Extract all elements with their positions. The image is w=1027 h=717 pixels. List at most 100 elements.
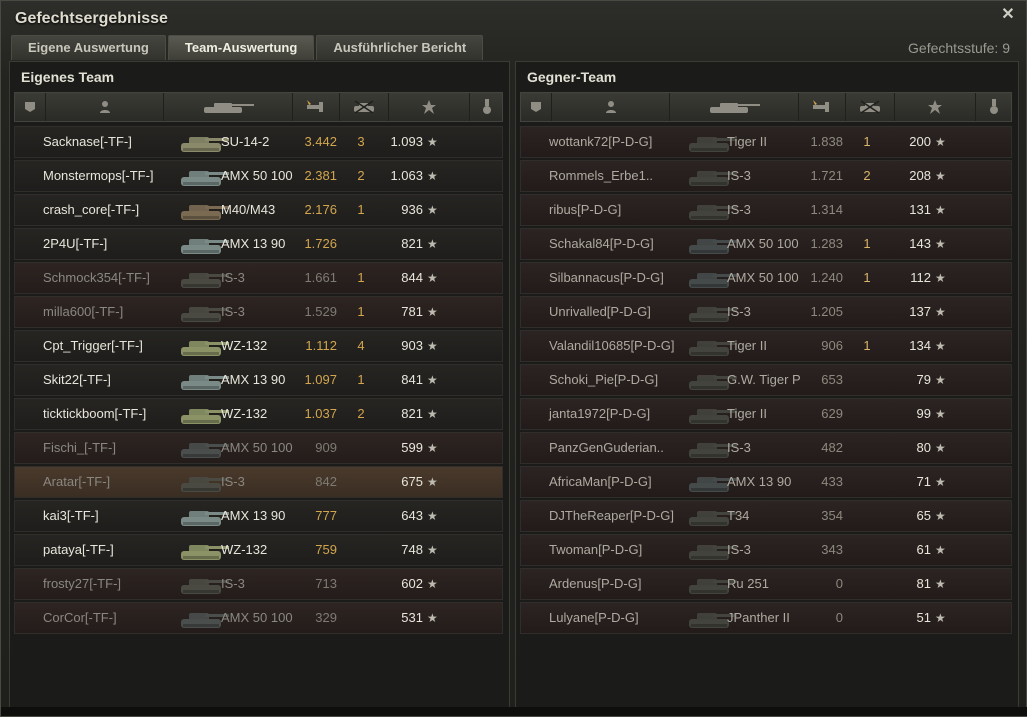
tab-team-evaluation[interactable]: Team-Auswertung	[167, 35, 315, 60]
xp-value: 675	[401, 474, 423, 489]
player-row[interactable]: ribus[P-D-G] IS-3 1.314 131 ★	[520, 194, 1012, 226]
kills-value: 1	[863, 270, 871, 285]
tab-detailed-report[interactable]: Ausführlicher Bericht	[316, 35, 484, 60]
player-row[interactable]: wottank72[P-D-G] Tiger II 1.838 1 200 ★	[520, 126, 1012, 158]
player-row[interactable]: Twoman[P-D-G] IS-3 343 61 ★	[520, 534, 1012, 566]
player-row[interactable]: Silbannacus[P-D-G] AMX 50 100 1.240 1 112 ★	[520, 262, 1012, 294]
star-icon: ★	[427, 135, 438, 149]
xp-value: 200	[909, 134, 931, 149]
vehicle-name: IS-3	[727, 304, 751, 319]
medal-icon[interactable]	[976, 93, 1012, 121]
kills-icon[interactable]	[340, 93, 389, 121]
xp-value: 599	[401, 440, 423, 455]
own-team-panel: Eigenes Team Sacknase[-TF-] SU-14-2 3.44…	[9, 61, 510, 709]
star-icon: ★	[935, 475, 946, 489]
vehicle-name: AMX 50 100	[221, 440, 293, 455]
player-row[interactable]: Lulyane[P-D-G] JPanther II 0 51 ★	[520, 602, 1012, 634]
xp-value: 903	[401, 338, 423, 353]
damage-value: 329	[315, 610, 337, 625]
tab-own-evaluation[interactable]: Eigene Auswertung	[11, 35, 166, 60]
xp-icon[interactable]	[389, 93, 470, 121]
xp-value: 844	[401, 270, 423, 285]
kills-value	[351, 229, 371, 259]
player-row[interactable]: Valandil10685[P-D-G] Tiger II 906 1 134 ★	[520, 330, 1012, 362]
star-icon: ★	[935, 611, 946, 625]
player-row[interactable]: CorCor[-TF-] AMX 50 100 329 531 ★	[14, 602, 503, 634]
player-row[interactable]: DJTheReaper[P-D-G] T34 354 65 ★	[520, 500, 1012, 532]
kills-value	[351, 433, 371, 463]
player-icon[interactable]	[552, 93, 670, 121]
vehicle-name: AMX 50 100	[221, 610, 293, 625]
xp-value: 531	[401, 610, 423, 625]
vehicle-name: IS-3	[727, 168, 751, 183]
player-row[interactable]: Monstermops[-TF-] AMX 50 100 2.381 2 1.063 ★	[14, 160, 503, 192]
player-name: CorCor[-TF-]	[43, 610, 117, 625]
player-row[interactable]: crash_core[-TF-] M40/M43 2.176 1 936 ★	[14, 194, 503, 226]
player-row[interactable]: ticktickboom[-TF-] WZ-132 1.037 2 821 ★	[14, 398, 503, 430]
xp-value: 748	[401, 542, 423, 557]
player-row[interactable]: 2P4U[-TF-] AMX 13 90 1.726 821 ★	[14, 228, 503, 260]
kills-value: 2	[357, 168, 365, 183]
damage-value: 653	[821, 372, 843, 387]
xp-value: 143	[909, 236, 931, 251]
kills-icon[interactable]	[846, 93, 895, 121]
medal-icon[interactable]	[470, 93, 504, 121]
damage-value: 629	[821, 406, 843, 421]
player-row[interactable]: Cpt_Trigger[-TF-] WZ-132 1.112 4 903 ★	[14, 330, 503, 362]
player-row[interactable]: AfricaMan[P-D-G] AMX 13 90 433 71 ★	[520, 466, 1012, 498]
kills-value	[857, 535, 877, 565]
xp-value: 137	[909, 304, 931, 319]
own-team-title: Eigenes Team	[21, 69, 115, 85]
player-row[interactable]: Unrivalled[P-D-G] IS-3 1.205 137 ★	[520, 296, 1012, 328]
star-icon: ★	[935, 543, 946, 557]
vehicle-name: AMX 50 100	[727, 270, 799, 285]
xp-value: 79	[916, 372, 931, 387]
kills-value	[857, 433, 877, 463]
player-row[interactable]: Schmock354[-TF-] IS-3 1.661 1 844 ★	[14, 262, 503, 294]
player-row[interactable]: frosty27[-TF-] IS-3 713 602 ★	[14, 568, 503, 600]
xp-value: 821	[401, 236, 423, 251]
xp-value: 841	[401, 372, 423, 387]
player-name: ribus[P-D-G]	[549, 202, 622, 217]
star-icon: ★	[935, 373, 946, 387]
player-row[interactable]: Skit22[-TF-] AMX 13 90 1.097 1 841 ★	[14, 364, 503, 396]
xp-value: 936	[401, 202, 423, 217]
player-row[interactable]: Ardenus[P-D-G] Ru 251 0 81 ★	[520, 568, 1012, 600]
player-name: crash_core[-TF-]	[43, 202, 140, 217]
vehicle-name: AMX 50 100	[727, 236, 799, 251]
tank-icon[interactable]	[164, 93, 293, 121]
player-row[interactable]: Aratar[-TF-] IS-3 842 675 ★	[14, 466, 503, 498]
damage-icon[interactable]	[799, 93, 846, 121]
kills-value	[351, 501, 371, 531]
damage-value: 1.314	[810, 202, 843, 217]
player-row[interactable]: Rommels_Erbe1.. IS-3 1.721 2 208 ★	[520, 160, 1012, 192]
player-row[interactable]: janta1972[P-D-G] Tiger II 629 99 ★	[520, 398, 1012, 430]
player-row[interactable]: milla600[-TF-] IS-3 1.529 1 781 ★	[14, 296, 503, 328]
close-icon[interactable]: ✕	[1000, 7, 1016, 23]
vehicle-name: IS-3	[221, 270, 245, 285]
tank-icon[interactable]	[670, 93, 799, 121]
player-name: AfricaMan[P-D-G]	[549, 474, 652, 489]
kills-value: 3	[357, 134, 365, 149]
player-name: Skit22[-TF-]	[43, 372, 111, 387]
player-name: PanzGenGuderian..	[549, 440, 664, 455]
xp-value: 80	[916, 440, 931, 455]
player-row[interactable]: Fischi_[-TF-] AMX 50 100 909 599 ★	[14, 432, 503, 464]
damage-value: 1.838	[810, 134, 843, 149]
platoon-icon[interactable]	[521, 93, 552, 121]
player-row[interactable]: pataya[-TF-] WZ-132 759 748 ★	[14, 534, 503, 566]
vehicle-name: G.W. Tiger P	[727, 372, 801, 387]
player-row[interactable]: Schoki_Pie[P-D-G] G.W. Tiger P 653 79 ★	[520, 364, 1012, 396]
damage-icon[interactable]	[293, 93, 340, 121]
player-row[interactable]: Schakal84[P-D-G] AMX 50 100 1.283 1 143 ★	[520, 228, 1012, 260]
damage-value: 1.726	[304, 236, 337, 251]
xp-icon[interactable]	[895, 93, 976, 121]
platoon-icon[interactable]	[15, 93, 46, 121]
player-icon[interactable]	[46, 93, 164, 121]
vehicle-name: IS-3	[727, 202, 751, 217]
player-row[interactable]: kai3[-TF-] AMX 13 90 777 643 ★	[14, 500, 503, 532]
player-row[interactable]: Sacknase[-TF-] SU-14-2 3.442 3 1.093 ★	[14, 126, 503, 158]
star-icon: ★	[935, 441, 946, 455]
player-row[interactable]: PanzGenGuderian.. IS-3 482 80 ★	[520, 432, 1012, 464]
player-name: Schoki_Pie[P-D-G]	[549, 372, 659, 387]
